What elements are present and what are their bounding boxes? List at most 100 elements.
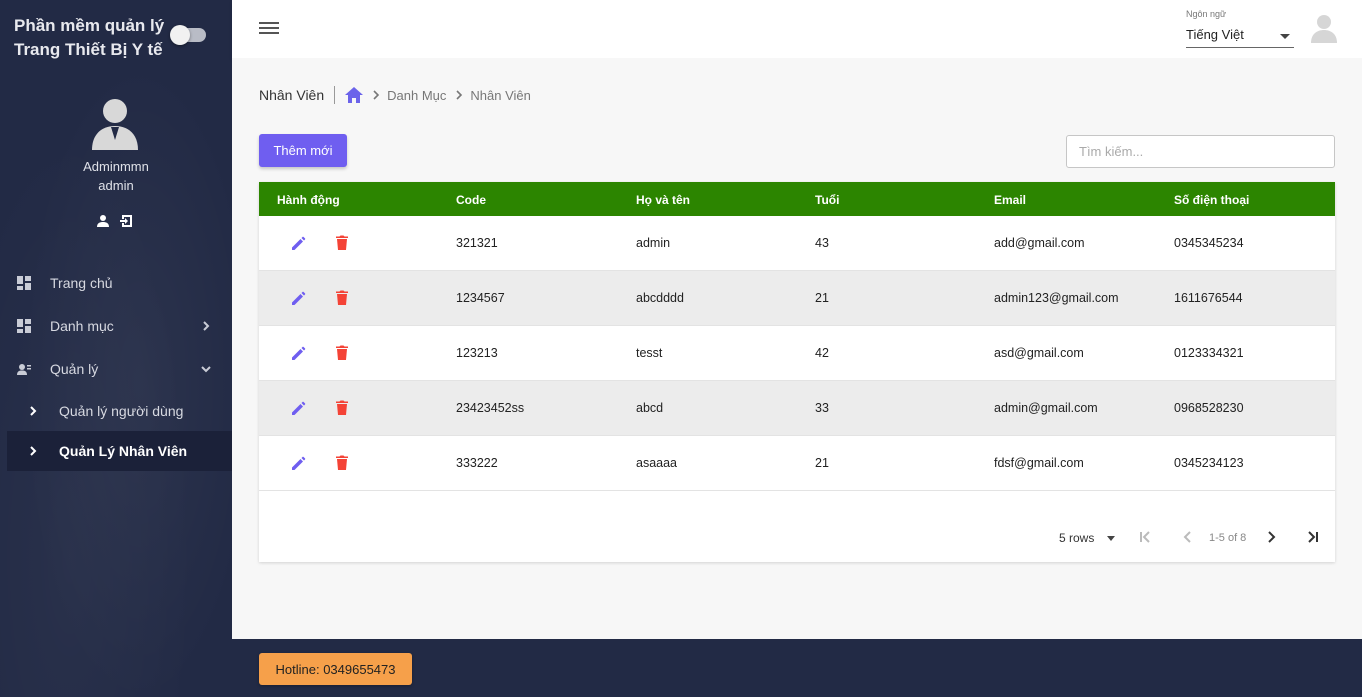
cell-age: 33 [815,401,829,415]
next-page-icon[interactable] [1263,529,1279,545]
app-title: Phần mềm quản lý Trang Thiết Bị Y tế [14,16,165,59]
table-row: 23423452ss abcd 33 admin@gmail.com 09685… [259,381,1335,436]
sidebar-item-employee-management[interactable]: Quản Lý Nhân Viên [7,431,232,471]
cell-age: 21 [815,291,829,305]
edit-icon[interactable] [289,343,309,363]
cell-phone: 0123334321 [1174,346,1244,360]
topbar: Ngôn ngữ Tiếng Việt [232,0,1362,58]
chevron-right-icon [28,406,38,416]
sidebar: Phần mềm quản lý Trang Thiết Bị Y tế Adm… [0,0,232,697]
rows-per-page-select[interactable]: 5 rows [1059,531,1094,545]
table-row: 333222 asaaaa 21 fdsf@gmail.com 03452341… [259,436,1335,491]
cell-email: add@gmail.com [994,236,1085,250]
cell-age: 42 [815,346,829,360]
sidebar-item-label: Danh mục [50,318,114,334]
cell-phone: 0968528230 [1174,401,1244,415]
delete-icon[interactable] [332,343,352,363]
sidebar-item-label: Quản lý người dùng [59,403,184,419]
table-header: Hành động Code Họ và tên Tuổi Email Số đ… [259,182,1335,216]
page-title: Nhân Viên [259,87,325,103]
language-select[interactable]: Tiếng Việt [1186,24,1294,48]
cell-code: 1234567 [456,291,505,305]
chevron-right-icon [200,320,212,332]
user-actions [96,214,134,228]
column-header-code[interactable]: Code [456,193,486,207]
cell-email: asd@gmail.com [994,346,1084,360]
edit-icon[interactable] [289,398,309,418]
column-header-phone[interactable]: Số điện thoại [1174,193,1249,207]
user-avatar [90,96,140,150]
page-range: 1-5 of 8 [1209,532,1247,544]
cell-email: fdsf@gmail.com [994,456,1084,470]
cell-code: 333222 [456,456,498,470]
delete-icon[interactable] [332,288,352,308]
profile-icon[interactable] [96,214,110,228]
chevron-down-icon [200,363,212,375]
sidebar-item-catalog[interactable]: Danh mục [0,306,232,346]
home-icon[interactable] [345,87,364,103]
column-header-email[interactable]: Email [994,193,1026,207]
employee-table: Hành động Code Họ và tên Tuổi Email Số đ… [259,182,1335,562]
add-new-button[interactable]: Thêm mới [259,134,347,167]
delete-icon[interactable] [332,398,352,418]
cell-age: 21 [815,456,829,470]
sidebar-item-home[interactable]: Trang chủ [0,263,232,303]
cell-age: 43 [815,236,829,250]
search-input[interactable] [1066,135,1335,168]
breadcrumb-catalog[interactable]: Danh Mục [387,88,446,103]
column-header-name[interactable]: Họ và tên [636,193,690,207]
hotline-button[interactable]: Hotline: 0349655473 [259,653,412,685]
column-header-actions[interactable]: Hành động [277,193,340,207]
language-label: Ngôn ngữ [1186,9,1227,19]
cell-phone: 0345234123 [1174,456,1244,470]
dashboard-icon [17,319,31,333]
logout-icon[interactable] [120,214,134,228]
account-avatar[interactable] [1310,13,1338,43]
sidebar-item-label: Quản lý [50,361,99,377]
theme-toggle[interactable] [170,25,206,45]
cell-phone: 0345345234 [1174,236,1244,250]
cell-code: 23423452ss [456,401,525,415]
breadcrumb-current: Nhân Viên [470,87,531,103]
chevron-right-icon [454,90,464,100]
edit-icon[interactable] [289,288,309,308]
breadcrumb: Nhân Viên Danh Mục Nhân Viên [259,86,531,104]
delete-icon[interactable] [332,233,352,253]
sidebar-item-label: Trang chủ [50,275,113,291]
table-row: 123213 tesst 42 asd@gmail.com 0123334321 [259,326,1335,381]
cell-name: abcd [636,401,664,415]
breadcrumb-divider [334,86,336,104]
footer: Hotline: 0349655473 [232,639,1362,697]
user-role: admin [98,178,134,193]
last-page-icon[interactable] [1305,529,1321,545]
chevron-right-icon [371,90,381,100]
cell-name: admin [636,236,671,250]
edit-icon[interactable] [289,453,309,473]
main-content: Nhân Viên Danh Mục Nhân Viên Thêm mới Hà… [232,58,1362,639]
edit-icon[interactable] [289,233,309,253]
cell-code: 321321 [456,236,498,250]
manage-users-icon [17,362,31,376]
dashboard-icon [17,276,31,290]
sidebar-item-user-management[interactable]: Quản lý người dùng [7,391,232,431]
sidebar-item-label: Quản Lý Nhân Viên [59,443,188,459]
table-row: 321321 admin 43 add@gmail.com 0345345234 [259,216,1335,271]
hamburger-menu-icon[interactable] [259,19,279,37]
table-row: 1234567 abcdddd 21 admin123@gmail.com 16… [259,271,1335,326]
first-page-icon[interactable] [1137,529,1153,545]
column-header-age[interactable]: Tuổi [815,193,839,207]
delete-icon[interactable] [332,453,352,473]
pagination: 5 rows 1-5 of 8 [259,523,1335,547]
chevron-right-icon [28,446,38,456]
cell-email: admin@gmail.com [994,401,1098,415]
previous-page-icon[interactable] [1180,529,1196,545]
cell-name: tesst [636,346,663,360]
cell-email: admin123@gmail.com [994,291,1119,305]
cell-phone: 1611676544 [1174,291,1243,305]
cell-name: asaaaa [636,456,678,470]
caret-down-icon [1280,34,1290,39]
language-value: Tiếng Việt [1186,27,1244,42]
sidebar-item-manage[interactable]: Quản lý [0,349,232,389]
cell-name: abcdddd [636,291,684,305]
caret-down-icon[interactable] [1107,536,1115,541]
